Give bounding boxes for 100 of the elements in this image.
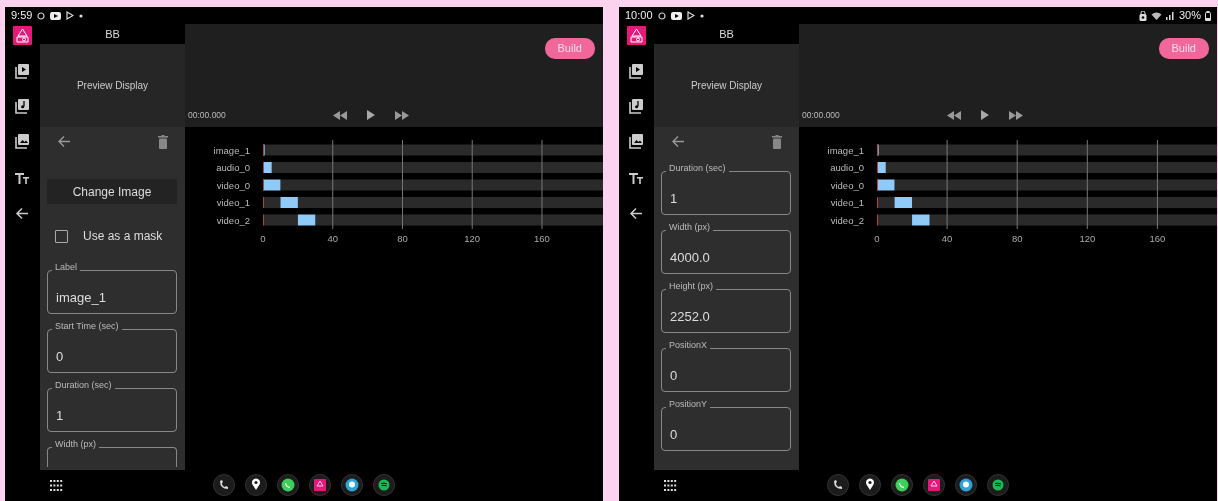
app-icon[interactable] bbox=[309, 474, 331, 496]
image-library-icon[interactable] bbox=[15, 134, 30, 149]
image-library-icon[interactable] bbox=[629, 134, 644, 149]
start-marker bbox=[877, 144, 878, 156]
app-drawer-icon[interactable] bbox=[664, 479, 677, 492]
timecode: 00:00.000 bbox=[188, 108, 227, 122]
clip-bar[interactable] bbox=[280, 197, 298, 208]
status-time: 9:59 bbox=[11, 8, 33, 24]
timecode: 00:00.000 bbox=[802, 108, 841, 122]
app-title: BB bbox=[105, 26, 120, 42]
checkbox[interactable] bbox=[55, 229, 68, 243]
lock-icon bbox=[1138, 10, 1147, 21]
fast-forward-icon[interactable] bbox=[395, 110, 409, 120]
clip-bar[interactable] bbox=[894, 197, 913, 208]
field-label: Width (px) bbox=[52, 440, 99, 449]
fast-forward-icon[interactable] bbox=[1009, 110, 1023, 120]
field-label: Start Time (sec) bbox=[52, 322, 122, 331]
back-arrow-icon[interactable] bbox=[15, 206, 30, 221]
track-label: video_2 bbox=[830, 214, 864, 226]
start-marker bbox=[263, 179, 264, 191]
tick-label: 80 bbox=[397, 233, 408, 244]
app-logo-icon[interactable] bbox=[13, 26, 32, 45]
field-label: Duration (sec) bbox=[666, 164, 729, 173]
track-label: video_0 bbox=[830, 179, 864, 191]
field-label: PositionY bbox=[666, 400, 711, 409]
signal-icon bbox=[1165, 11, 1175, 20]
play-icon[interactable] bbox=[367, 110, 375, 120]
change-image-button[interactable]: Change Image bbox=[47, 179, 177, 204]
circle-icon bbox=[657, 11, 666, 20]
chat-icon[interactable] bbox=[891, 474, 913, 496]
location-pin-icon[interactable] bbox=[245, 474, 267, 496]
status-time: 10:00 bbox=[625, 8, 653, 24]
phone-icon[interactable] bbox=[827, 474, 849, 496]
track-label: audio_0 bbox=[216, 162, 250, 173]
text-tool-icon[interactable] bbox=[629, 171, 644, 186]
wifi-icon bbox=[1150, 11, 1162, 20]
location-pin-icon[interactable] bbox=[859, 474, 881, 496]
rewind-icon[interactable] bbox=[947, 110, 961, 120]
music-app-icon[interactable] bbox=[373, 474, 395, 496]
tick-label: 0 bbox=[874, 233, 880, 244]
preview-label: Preview Display bbox=[76, 79, 149, 93]
tick-label: 160 bbox=[1149, 233, 1166, 244]
preview-label: Preview Display bbox=[690, 79, 763, 93]
track-label: video_2 bbox=[216, 214, 250, 226]
tick-label: 40 bbox=[327, 233, 339, 244]
rewind-icon[interactable] bbox=[333, 110, 347, 120]
app-logo-icon[interactable] bbox=[627, 26, 646, 45]
input-field[interactable]: 0 bbox=[661, 407, 791, 451]
tick-label: 120 bbox=[464, 233, 481, 244]
field-label: Label bbox=[52, 263, 81, 272]
checkbox-label: Use as a mask bbox=[83, 228, 163, 245]
clip-bar[interactable] bbox=[877, 162, 886, 173]
circle-icon bbox=[37, 11, 46, 20]
field-label: PositionX bbox=[666, 341, 711, 350]
music-library-icon[interactable] bbox=[629, 99, 644, 114]
start-marker bbox=[263, 162, 264, 173]
tick-label: 0 bbox=[260, 233, 266, 244]
dot-icon bbox=[699, 13, 704, 18]
music-library-icon[interactable] bbox=[15, 99, 30, 114]
start-marker bbox=[877, 197, 878, 208]
video-library-icon[interactable] bbox=[629, 64, 644, 79]
input-field[interactable]: 0 bbox=[661, 348, 791, 392]
field-label: Height (px) bbox=[666, 282, 716, 291]
chat-bubble-icon[interactable] bbox=[955, 474, 977, 496]
field-label: Duration (sec) bbox=[52, 381, 115, 390]
text-tool-icon[interactable] bbox=[15, 171, 30, 186]
input-field[interactable]: image_1 bbox=[47, 270, 177, 314]
clip-bar[interactable] bbox=[877, 179, 895, 191]
field-label: Width (px) bbox=[666, 223, 713, 232]
tick-label: 80 bbox=[1011, 233, 1023, 244]
clip-bar[interactable] bbox=[912, 214, 930, 226]
chat-icon[interactable] bbox=[277, 474, 299, 496]
tick-label: 40 bbox=[941, 233, 953, 244]
clip-bar[interactable] bbox=[263, 162, 272, 173]
video-library-icon[interactable] bbox=[15, 64, 30, 79]
tick-label: 160 bbox=[534, 233, 550, 244]
video-icon bbox=[50, 11, 62, 20]
clip-bar[interactable] bbox=[263, 179, 281, 191]
battery-icon bbox=[1205, 10, 1211, 21]
trash-icon[interactable] bbox=[772, 135, 782, 149]
start-marker bbox=[263, 214, 264, 226]
track-label: video_1 bbox=[830, 197, 864, 208]
phone-icon[interactable] bbox=[213, 474, 235, 496]
play-icon[interactable] bbox=[981, 110, 989, 120]
chat-bubble-icon[interactable] bbox=[341, 474, 363, 496]
clip-bar[interactable] bbox=[297, 214, 316, 226]
tick-label: 120 bbox=[1079, 233, 1096, 244]
play-icon bbox=[686, 11, 695, 20]
track-label: image_1 bbox=[827, 144, 864, 156]
dot-icon bbox=[79, 13, 84, 18]
app-title: BB bbox=[719, 26, 734, 42]
music-app-icon[interactable] bbox=[987, 474, 1009, 496]
start-marker bbox=[877, 179, 878, 191]
app-icon[interactable] bbox=[923, 474, 945, 496]
trash-icon[interactable] bbox=[158, 135, 168, 149]
back-arrow-icon[interactable] bbox=[629, 206, 644, 221]
app-drawer-icon[interactable] bbox=[50, 479, 63, 492]
start-marker bbox=[263, 144, 264, 156]
battery-percent: 30% bbox=[1178, 8, 1201, 24]
video-icon bbox=[670, 11, 682, 20]
